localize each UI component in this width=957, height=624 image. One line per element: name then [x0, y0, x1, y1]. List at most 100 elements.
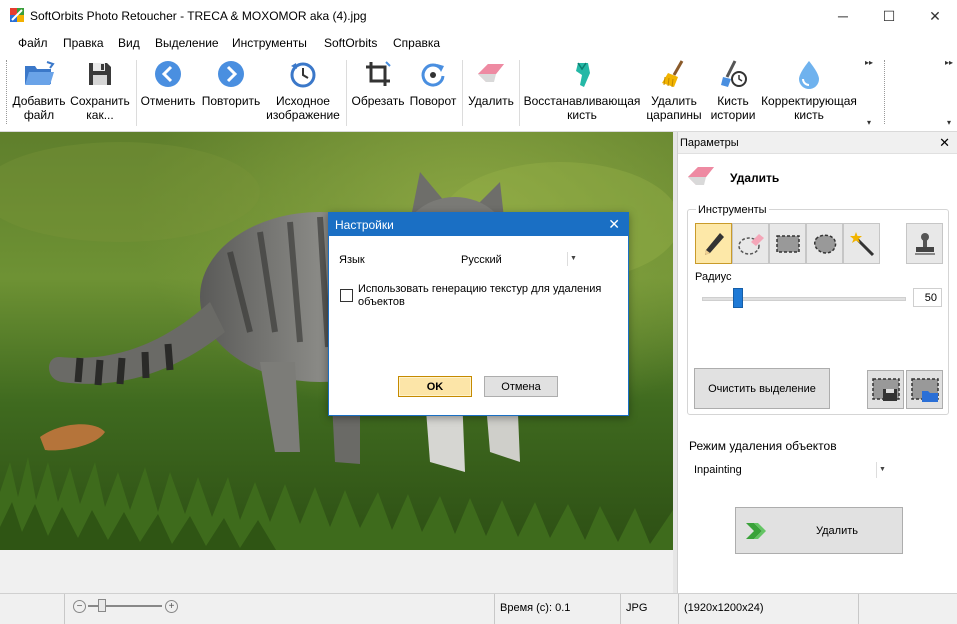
panel-header: Параметры ✕ — [678, 132, 957, 154]
remove-object-label: Удалить — [816, 525, 858, 537]
language-label: Язык — [339, 254, 365, 266]
save-selection-icon — [871, 377, 900, 401]
lasso-icon — [813, 234, 836, 254]
panel-title: Параметры — [680, 137, 739, 149]
maximize-button[interactable]: ☐ — [866, 0, 912, 32]
stamp-tool-button[interactable] — [906, 223, 943, 264]
radius-slider-thumb[interactable] — [733, 288, 743, 308]
toolbar-separator — [519, 60, 520, 126]
crop-label: Обрезать — [351, 94, 405, 108]
eraser-icon — [478, 64, 504, 82]
removal-mode-value: Inpainting — [694, 464, 742, 476]
correction-brush-label: Корректирующая кисть — [761, 94, 857, 122]
panel-close-button[interactable]: ✕ — [939, 135, 950, 151]
restore-brush-button[interactable]: Восстанавливающая кисть — [522, 58, 642, 128]
removal-mode-label: Режим удаления объектов — [689, 439, 837, 453]
original-image-button[interactable]: Исходное изображение — [264, 58, 342, 128]
arrow-right-icon — [218, 61, 244, 87]
menu-softorbits[interactable]: SoftOrbits — [324, 36, 377, 50]
minimize-button[interactable]: ─ — [820, 0, 866, 32]
remove-scratches-button[interactable]: Удалить царапины — [644, 58, 704, 128]
status-time: Время (с): 0.1 — [494, 594, 620, 624]
pencil-tool-button[interactable] — [695, 223, 732, 264]
zoom-in-button[interactable]: + — [165, 600, 178, 613]
tools-group-label: Инструменты — [696, 204, 769, 216]
rotate-label: Поворот — [409, 94, 457, 108]
title-bar: SoftOrbits Photo Retoucher - TRECA & MOX… — [0, 0, 957, 32]
load-selection-button[interactable] — [906, 370, 943, 409]
water-drop-icon — [799, 61, 819, 89]
clear-selection-button[interactable]: Очистить выделение — [694, 368, 830, 409]
toolbar-separator — [136, 60, 137, 126]
toolbar-separator — [462, 60, 463, 126]
history-brush-icon — [721, 60, 747, 87]
texture-generation-checkbox[interactable] — [340, 289, 353, 302]
history-brush-button[interactable]: Кисть истории — [708, 58, 758, 128]
restore-brush-label: Восстанавливающая кисть — [523, 94, 641, 122]
toolbar-grip-2[interactable] — [884, 60, 887, 124]
status-cell-empty — [0, 594, 64, 624]
toolbar2-scroll-up[interactable]: ▸▸ — [944, 58, 954, 67]
redo-label: Повторить — [201, 94, 261, 108]
healing-brush-icon — [576, 62, 590, 87]
erase-button[interactable]: Удалить — [466, 58, 516, 128]
texture-generation-label[interactable]: Использовать генерацию текстур для удале… — [358, 283, 618, 309]
add-file-button[interactable]: Добавить файл — [10, 58, 68, 128]
menu-view[interactable]: Вид — [118, 36, 140, 50]
eraser-tool-button[interactable] — [732, 223, 769, 264]
menu-help[interactable]: Справка — [393, 36, 440, 50]
zoom-control — [64, 594, 494, 624]
run-arrow-icon — [746, 523, 766, 539]
status-bar: − + Время (с): 0.1 JPG (1920x1200x24) — [0, 593, 957, 624]
status-dimensions: (1920x1200x24) — [678, 594, 858, 624]
removal-mode-select[interactable]: Inpainting ▼ — [690, 460, 888, 480]
dialog-title-bar[interactable]: Настройки ✕ — [329, 213, 628, 236]
redo-button[interactable]: Повторить — [200, 58, 262, 128]
zoom-out-button[interactable]: − — [73, 600, 86, 613]
crop-button[interactable]: Обрезать — [350, 58, 406, 128]
menu-file[interactable]: Файл — [18, 36, 48, 50]
toolbar2-scroll-down[interactable]: ▾ — [944, 118, 954, 127]
toolbar-separator — [346, 60, 347, 126]
magic-wand-icon — [849, 231, 874, 256]
radius-value-input[interactable]: 50 — [913, 288, 942, 307]
selection-eraser-icon — [737, 233, 764, 255]
cancel-button[interactable]: Отмена — [484, 376, 558, 397]
erase-label: Удалить — [468, 94, 514, 108]
lasso-tool-button[interactable] — [806, 223, 843, 264]
menu-tools[interactable]: Инструменты — [232, 36, 307, 50]
toolbar: Добавить файл Сохранить как... Отменить — [0, 54, 957, 132]
language-select[interactable]: Русский ▼ — [459, 249, 581, 271]
close-window-button[interactable]: ✕ — [912, 0, 957, 32]
menu-edit[interactable]: Правка — [63, 36, 104, 50]
undo-button[interactable]: Отменить — [140, 58, 196, 128]
clock-history-icon — [290, 62, 316, 88]
zoom-slider-thumb[interactable] — [98, 599, 106, 612]
save-as-label: Сохранить как... — [70, 94, 130, 122]
remove-object-button[interactable]: Удалить — [735, 507, 903, 554]
pencil-icon — [704, 232, 724, 255]
toolbar-scroll-up[interactable]: ▸▸ — [864, 58, 874, 67]
remove-scratches-label: Удалить царапины — [646, 94, 702, 122]
dialog-title: Настройки — [335, 218, 394, 232]
rect-select-tool-button[interactable] — [769, 223, 806, 264]
toolbar-grip[interactable] — [6, 60, 9, 124]
history-brush-label: Кисть истории — [710, 94, 756, 122]
save-as-button[interactable]: Сохранить как... — [70, 58, 130, 128]
original-image-label: Исходное изображение — [266, 94, 340, 122]
save-selection-button[interactable] — [867, 370, 904, 409]
menu-selection[interactable]: Выделение — [155, 36, 219, 50]
rotate-button[interactable]: Поворот — [406, 58, 460, 128]
save-icon — [89, 63, 111, 85]
add-file-label: Добавить файл — [12, 94, 66, 122]
toolbar-scroll-down[interactable]: ▾ — [864, 118, 874, 127]
arrow-left-icon — [155, 61, 181, 87]
magic-wand-tool-button[interactable] — [843, 223, 880, 264]
dialog-close-button[interactable]: ✕ — [608, 216, 620, 233]
crop-icon — [366, 61, 391, 86]
rectangle-select-icon — [775, 234, 800, 253]
ok-button[interactable]: OK — [398, 376, 472, 397]
chevron-down-icon: ▼ — [876, 462, 888, 478]
correction-brush-button[interactable]: Корректирующая кисть — [760, 58, 858, 128]
status-cell-end — [858, 594, 957, 624]
